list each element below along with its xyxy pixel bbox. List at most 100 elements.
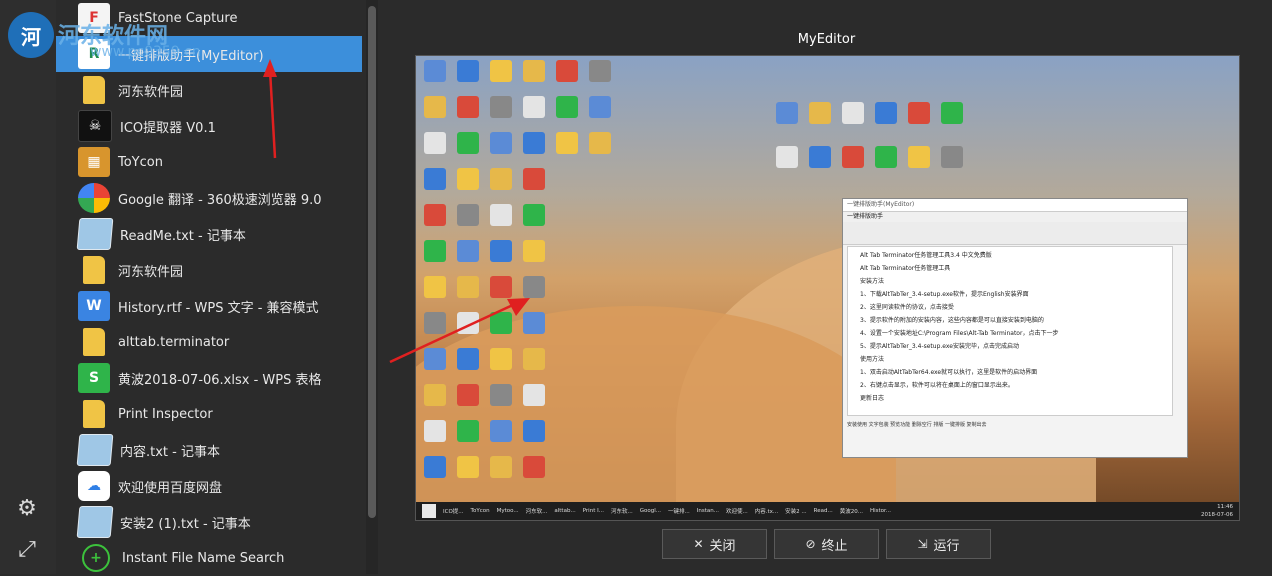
desktop-app-icon	[457, 348, 479, 370]
fullscreen-expand-icon[interactable]: ⤢	[14, 536, 40, 562]
desktop-app-icon	[908, 146, 930, 168]
desktop-app-icon	[424, 276, 446, 298]
desktop-app-icon	[490, 132, 512, 154]
desktop-app-icon	[809, 102, 831, 124]
desktop-app-icon	[457, 60, 479, 82]
desktop-app-icon	[490, 204, 512, 226]
text-line: 2、这里同读软件的协议，点击接受	[860, 304, 954, 311]
list-item[interactable]: 安装2 (1).txt - 记事本	[56, 504, 362, 540]
list-item-label: 内容.txt - 记事本	[120, 444, 220, 460]
clock-date: 2018-07-06	[1201, 512, 1233, 518]
terminate-button[interactable]: ⊘ 终止	[774, 529, 879, 559]
taskbar-item: Read...	[813, 508, 833, 514]
desktop-app-icon	[490, 168, 512, 190]
folder-icon	[83, 76, 105, 104]
desktop-app-icon	[457, 276, 479, 298]
desktop-app-icon	[941, 146, 963, 168]
desktop-app-icon	[490, 420, 512, 442]
taskbar-item: Googl...	[639, 508, 661, 514]
taskbar-item: 安装2 ...	[785, 509, 807, 515]
list-item[interactable]: Print Inspector	[56, 396, 362, 432]
desktop-app-icon	[424, 60, 446, 82]
taskbar-clock: 11:46 2018-07-06	[1201, 503, 1233, 519]
notepad-icon	[76, 434, 114, 466]
desktop-app-icon	[457, 456, 479, 478]
desktop-app-icon	[523, 276, 545, 298]
desktop-app-icon	[490, 276, 512, 298]
taskbar-item: Instan...	[696, 508, 719, 514]
desktop-app-icon	[842, 102, 864, 124]
taskbar-item: 欢迎使...	[725, 509, 748, 515]
desktop-app-icon	[589, 96, 611, 118]
list-item[interactable]: 河东软件园	[56, 252, 362, 288]
list-item[interactable]: ReadMe.txt - 记事本	[56, 216, 362, 252]
desktop-app-icon	[424, 168, 446, 190]
desktop-app-icon	[490, 96, 512, 118]
close-button[interactable]: ✕ 关闭	[662, 529, 767, 559]
desktop-app-icon	[457, 384, 479, 406]
desktop-app-icon	[875, 102, 897, 124]
browser-icon	[78, 183, 110, 213]
list-item[interactable]: 河东软件园	[56, 72, 362, 108]
list-item[interactable]: Google 翻译 - 360极速浏览器 9.0	[56, 180, 362, 216]
list-item[interactable]: W History.rtf - WPS 文字 - 兼容模式	[56, 288, 362, 324]
scrollbar-thumb[interactable]	[368, 6, 376, 518]
desktop-app-icon	[424, 312, 446, 334]
list-item[interactable]: ☁ 欢迎使用百度网盘	[56, 468, 362, 504]
taskbar-item: 一键排...	[668, 509, 690, 515]
desktop-app-icon	[490, 348, 512, 370]
logo-icon: 河	[8, 12, 54, 58]
terminate-button-label: 终止	[821, 538, 848, 554]
desktop-app-icon	[424, 420, 446, 442]
desktop-app-icon	[908, 102, 930, 124]
taskbar-item: ICO提...	[443, 509, 464, 515]
list-scrollbar[interactable]	[366, 0, 378, 574]
myeditor-toolbar	[843, 222, 1187, 245]
desktop-app-icon	[556, 60, 578, 82]
desktop-app-icon	[457, 132, 479, 154]
desktop-app-icon	[523, 348, 545, 370]
window-list: F FastStone Capture R 一键排版助手(MyEditor) 河东软件园…	[56, 0, 362, 574]
baidu-netdisk-icon: ☁	[78, 471, 110, 501]
desktop-app-icon	[523, 204, 545, 226]
run-icon: ⇲	[917, 537, 928, 551]
desktop-app-icon	[875, 146, 897, 168]
list-item-label: ICO提取器 V0.1	[120, 120, 216, 136]
desktop-app-icon	[424, 204, 446, 226]
stop-icon: ⊘	[805, 537, 816, 551]
preview-title: MyEditor	[797, 32, 856, 47]
list-item[interactable]: S 黄波2018-07-06.xlsx - WPS 表格	[56, 360, 362, 396]
taskbar-item: 河东软...	[525, 509, 548, 515]
desktop-app-icon	[523, 96, 545, 118]
desktop-app-icon	[589, 60, 611, 82]
desktop-taskbar: ICO提... ToYcon Mytoo... 河东软... alttab... Prin…	[416, 502, 1239, 520]
desktop-app-icon	[457, 312, 479, 334]
list-item[interactable]: ▦ ToYcon	[56, 144, 362, 180]
toycon-icon: ▦	[78, 147, 110, 177]
desktop-app-icon	[424, 240, 446, 262]
desktop-app-icon	[523, 60, 545, 82]
list-item-label: History.rtf - WPS 文字 - 兼容模式	[118, 300, 319, 316]
folder-icon	[83, 256, 105, 284]
desktop-app-icon	[776, 102, 798, 124]
list-item[interactable]: + Instant File Name Search	[56, 540, 362, 576]
list-item[interactable]: 内容.txt - 记事本	[56, 432, 362, 468]
desktop-app-icon	[523, 312, 545, 334]
taskbar-item: Mytoo...	[496, 508, 519, 514]
desktop-app-icon	[523, 420, 545, 442]
myeditor-menu: 一键排版助手	[843, 212, 1187, 222]
list-item[interactable]: alttab.terminator	[56, 324, 362, 360]
taskbar-item: 河东软...	[610, 509, 633, 515]
taskbar-item: Histor...	[869, 508, 892, 514]
myeditor-footer: 安装使用 文字包装 预览功能 删除空行 排版 一键排版 复制出去	[847, 422, 987, 428]
run-button[interactable]: ⇲ 运行	[886, 529, 991, 559]
settings-gear-icon[interactable]: ⚙	[14, 495, 40, 521]
text-line: 5、提示AltTabTer_3.4-setup.exe安装完毕，点击完成启动	[860, 343, 1019, 350]
list-item[interactable]: ☠ ICO提取器 V0.1	[56, 108, 362, 144]
desktop-app-icon	[589, 132, 611, 154]
notepad-icon	[76, 506, 114, 538]
list-item-label: 欢迎使用百度网盘	[118, 480, 223, 496]
desktop-app-icon	[457, 168, 479, 190]
list-item-label: ReadMe.txt - 记事本	[120, 228, 246, 244]
desktop-app-icon	[523, 168, 545, 190]
